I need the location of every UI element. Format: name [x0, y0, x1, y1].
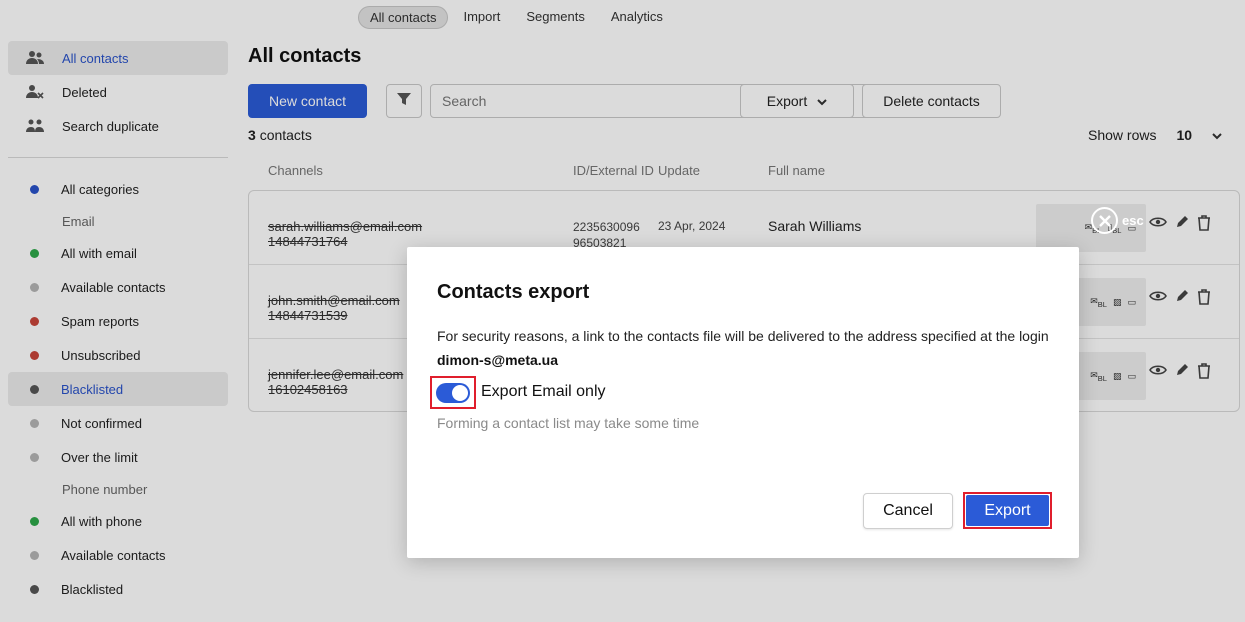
export-confirm-button[interactable]: Export: [966, 495, 1049, 526]
modal-hint: Forming a contact list may take some tim…: [437, 415, 700, 431]
esc-label: esc: [1122, 213, 1144, 228]
cancel-button[interactable]: Cancel: [863, 493, 953, 529]
modal-description: For security reasons, a link to the cont…: [437, 328, 1049, 344]
export-email-only-label[interactable]: Export Email only: [481, 383, 606, 401]
esc-close-button[interactable]: esc: [1091, 207, 1144, 234]
contacts-export-modal: Contacts export For security reasons, a …: [407, 247, 1079, 558]
export-highlight: Export: [963, 492, 1052, 529]
modal-title: Contacts export: [437, 281, 590, 303]
login-email: dimon-s@meta.ua: [437, 352, 559, 368]
close-icon: [1091, 207, 1118, 234]
toggle-highlight: [430, 376, 476, 409]
toggle-knob: [452, 384, 468, 401]
export-email-only-toggle[interactable]: [436, 382, 470, 403]
